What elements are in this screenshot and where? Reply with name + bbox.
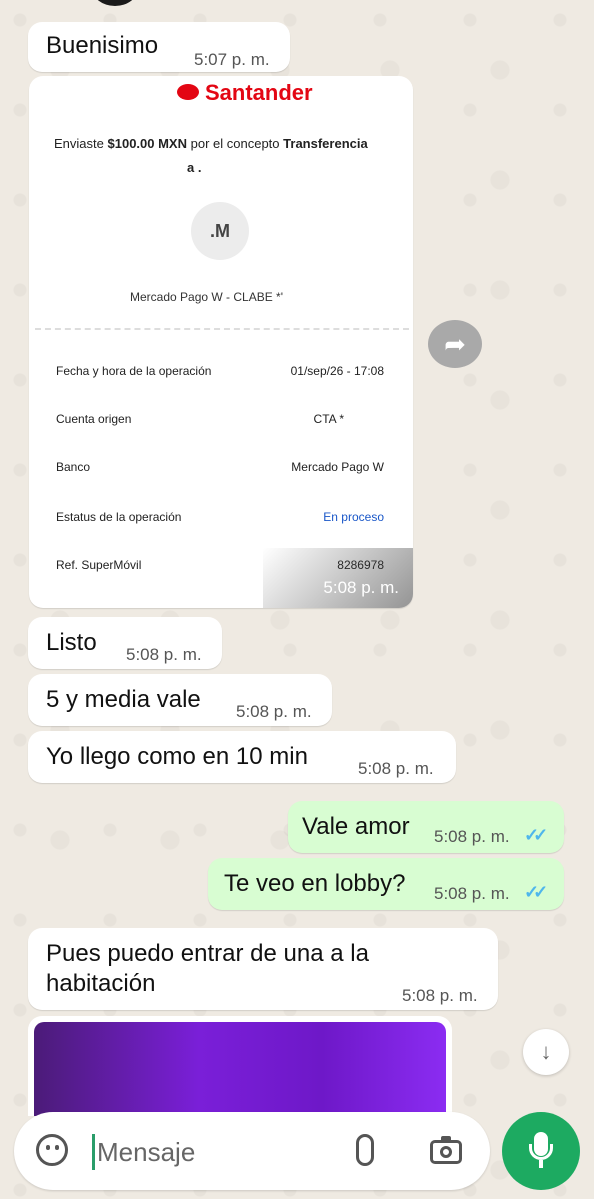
message-composer xyxy=(14,1112,490,1190)
paperclip-icon[interactable] xyxy=(356,1134,374,1166)
message-bubble-incoming[interactable]: Pues puedo entrar de una a la habitación… xyxy=(28,928,498,1010)
receipt-summary: Enviaste $100.00 MXN por el concepto Tra… xyxy=(54,136,368,151)
message-time: 5:08 p. m. xyxy=(323,578,399,597)
message-bubble-incoming[interactable]: Yo llego como en 10 min 5:08 p. m. xyxy=(28,731,456,783)
row-value: Mercado Pago W xyxy=(291,460,384,474)
image-message[interactable] xyxy=(28,1016,452,1116)
message-bubble-incoming[interactable]: 5 y media vale 5:08 p. m. xyxy=(28,674,332,726)
sent-prefix: Enviaste xyxy=(54,136,104,151)
message-bubble-outgoing[interactable]: Vale amor 5:08 p. m. ✓✓ xyxy=(288,801,564,853)
row-label: Banco xyxy=(56,460,91,474)
status-value: En proceso xyxy=(323,510,384,524)
camera-icon[interactable] xyxy=(430,1136,462,1164)
message-bubble-outgoing[interactable]: Te veo en lobby? 5:08 p. m. ✓✓ xyxy=(208,858,564,910)
message-text: Buenisimo xyxy=(46,32,159,59)
message-time: 5:08 p. m. xyxy=(236,702,312,721)
row-label: Estatus de la operación xyxy=(56,510,182,524)
message-text-line: Pues puedo entrar de una a la xyxy=(46,940,369,967)
forward-icon[interactable]: ➦ xyxy=(428,320,482,368)
message-time: 5:08 p. m. xyxy=(358,759,434,778)
receipt-divider xyxy=(35,328,409,330)
message-time: 5:08 p. m. xyxy=(434,827,510,846)
message-time: 5:08 p. m. xyxy=(126,645,202,664)
message-input[interactable] xyxy=(92,1134,337,1170)
recipient-avatar: .M xyxy=(191,202,249,260)
message-time: 5:08 p. m. xyxy=(434,884,510,903)
double-check-icon: ✓✓ xyxy=(524,882,548,902)
message-text: Vale amor xyxy=(302,813,410,840)
transfer-receipt-image[interactable]: Santander Enviaste $100.00 MXN por el co… xyxy=(29,76,413,608)
message-bubble-incoming[interactable]: Buenisimo 5:07 p. m. xyxy=(28,22,290,72)
double-check-icon: ✓✓ xyxy=(524,825,548,845)
message-text-line: habitación xyxy=(46,970,156,997)
concept-text: por el concepto xyxy=(190,136,280,151)
message-text: Yo llego como en 10 min xyxy=(46,743,308,770)
double-chevron-down-icon[interactable]: ↓ xyxy=(523,1029,569,1075)
message-bubble-incoming[interactable]: Listo 5:08 p. m. xyxy=(28,617,222,669)
santander-flame-icon xyxy=(177,84,199,101)
photo-thumbnail[interactable] xyxy=(34,1022,446,1116)
message-text: Te veo en lobby? xyxy=(224,870,406,897)
recipient: a . xyxy=(187,160,202,175)
mic-button[interactable] xyxy=(502,1112,580,1190)
row-label: Ref. SuperMóvil xyxy=(56,558,142,572)
row-label: Fecha y hora de la operación xyxy=(56,364,212,378)
amount: $100.00 MXN xyxy=(107,136,188,151)
destination-account: Mercado Pago W - CLABE *' xyxy=(130,290,284,304)
row-value: CTA * xyxy=(313,412,344,426)
row-value: 01/sep/26 - 17:08 xyxy=(290,364,384,378)
message-text: 5 y media vale xyxy=(46,686,201,713)
santander-logo: Santander xyxy=(177,80,313,106)
brand-name: Santander xyxy=(205,80,313,105)
message-time: 5:07 p. m. xyxy=(194,50,270,69)
message-time: 5:08 p. m. xyxy=(402,986,478,1005)
row-label: Cuenta origen xyxy=(56,412,132,426)
message-text: Listo xyxy=(46,629,97,656)
sticker-emoji-icon[interactable] xyxy=(36,1134,68,1166)
concept: Transferencia xyxy=(283,136,368,151)
